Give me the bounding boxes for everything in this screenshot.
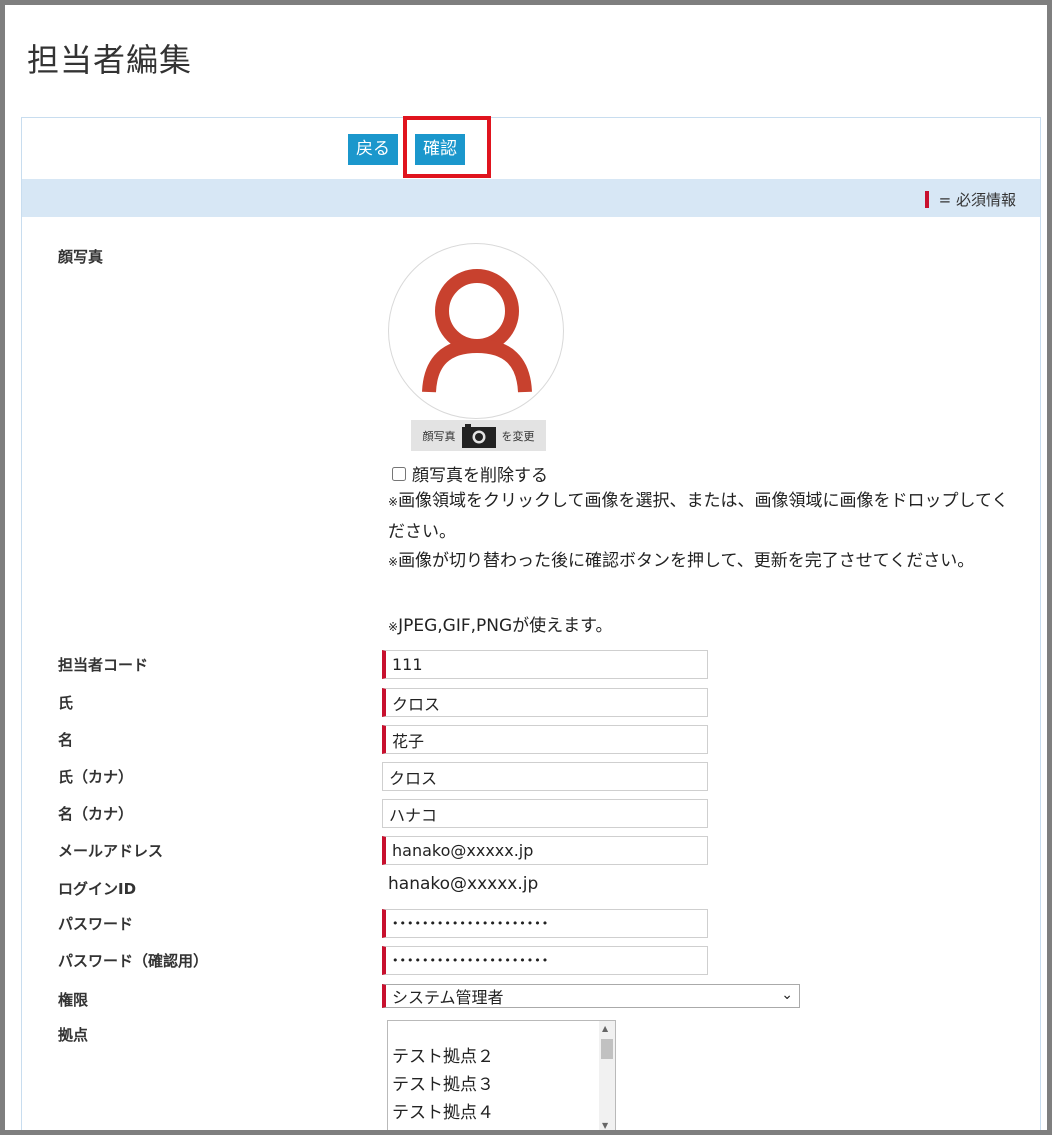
person-avatar-icon xyxy=(422,269,532,393)
code-input[interactable] xyxy=(392,655,701,674)
password-input[interactable]: ••••••••••••••••••••• xyxy=(392,917,549,930)
login-id-label: ログインID xyxy=(58,880,137,898)
photo-upload-area[interactable] xyxy=(388,243,564,419)
list-item[interactable]: テスト拠点３ xyxy=(392,1071,494,1099)
email-label: メールアドレス xyxy=(58,842,164,860)
last-kana-field[interactable] xyxy=(382,762,708,791)
password-confirm-field[interactable]: ••••••••••••••••••••• xyxy=(382,946,708,975)
first-kana-input[interactable] xyxy=(389,804,701,823)
change-photo-text-right: を変更 xyxy=(501,429,535,443)
required-marker-icon xyxy=(924,191,929,208)
first-name-label: 名 xyxy=(58,731,74,749)
required-legend-bar: = 必須情報 xyxy=(22,179,1040,217)
scroll-thumb[interactable] xyxy=(601,1039,613,1059)
delete-photo-label: 顔写真を削除する xyxy=(412,466,548,486)
role-label: 権限 xyxy=(58,991,89,1009)
login-id-value: hanako@xxxxx.jp xyxy=(388,874,539,894)
delete-photo-checkbox[interactable] xyxy=(392,466,406,481)
required-legend: = 必須情報 xyxy=(924,189,1016,210)
email-field[interactable] xyxy=(382,836,708,865)
role-select[interactable]: システム管理者 ⌄ xyxy=(382,984,800,1008)
role-selected-value: システム管理者 xyxy=(392,988,504,1007)
password-label: パスワード xyxy=(58,915,134,933)
confirm-button[interactable]: 確認 xyxy=(415,134,465,165)
first-kana-field[interactable] xyxy=(382,799,708,828)
back-button[interactable]: 戻る xyxy=(348,134,398,165)
last-kana-input[interactable] xyxy=(389,767,701,786)
last-name-label: 氏 xyxy=(58,694,74,712)
edit-panel: 戻る 確認 = 必須情報 顔写真 顔写真 を変更 顔写真を削除する ※画像領域を… xyxy=(21,116,1041,1130)
photo-note-3: ※JPEG,GIF,PNGが使えます。 xyxy=(388,616,613,636)
photo-label: 顔写真 xyxy=(58,248,104,266)
photo-note-2: ※画像が切り替わった後に確認ボタンを押して、更新を完了させてください。 xyxy=(388,551,975,571)
last-name-field[interactable] xyxy=(382,688,708,717)
change-photo-text-left: 顔写真 xyxy=(422,429,456,443)
listbox-scrollbar[interactable]: ▲ ▼ xyxy=(599,1021,615,1130)
delete-photo-option[interactable]: 顔写真を削除する xyxy=(392,461,548,486)
required-legend-text: = 必須情報 xyxy=(938,191,1016,209)
bases-list: テスト拠点２ テスト拠点３ テスト拠点４ xyxy=(392,1043,494,1127)
code-label: 担当者コード xyxy=(58,656,149,674)
scroll-up-icon[interactable]: ▲ xyxy=(602,1024,608,1033)
password-field[interactable]: ••••••••••••••••••••• xyxy=(382,909,708,938)
list-item[interactable]: テスト拠点２ xyxy=(392,1043,494,1071)
app-window: 担当者編集 戻る 確認 = 必須情報 顔写真 顔写真 を変更 顔写真を削除する … xyxy=(0,0,1052,1135)
password-confirm-input[interactable]: ••••••••••••••••••••• xyxy=(392,954,549,967)
bases-listbox[interactable]: テスト拠点２ テスト拠点３ テスト拠点４ ▲ ▼ xyxy=(387,1020,616,1130)
list-item[interactable]: テスト拠点４ xyxy=(392,1099,494,1127)
code-field[interactable] xyxy=(382,650,708,679)
scroll-down-icon[interactable]: ▼ xyxy=(602,1121,608,1130)
email-input[interactable] xyxy=(392,841,701,860)
chevron-down-icon: ⌄ xyxy=(781,987,793,1003)
first-name-input[interactable] xyxy=(392,730,701,749)
page-title: 担当者編集 xyxy=(27,41,193,79)
last-name-input[interactable] xyxy=(392,693,701,712)
toolbar: 戻る 確認 xyxy=(22,116,1040,178)
first-kana-label: 名（カナ） xyxy=(58,805,134,823)
last-kana-label: 氏（カナ） xyxy=(58,768,134,786)
camera-icon xyxy=(461,423,496,448)
bases-label: 拠点 xyxy=(58,1026,89,1044)
change-photo-button[interactable]: 顔写真 を変更 xyxy=(411,420,546,451)
password-confirm-label: パスワード（確認用） xyxy=(58,952,209,970)
photo-note-1: ※画像領域をクリックして画像を選択、または、画像領域に画像をドロップしてください… xyxy=(388,491,1009,542)
first-name-field[interactable] xyxy=(382,725,708,754)
